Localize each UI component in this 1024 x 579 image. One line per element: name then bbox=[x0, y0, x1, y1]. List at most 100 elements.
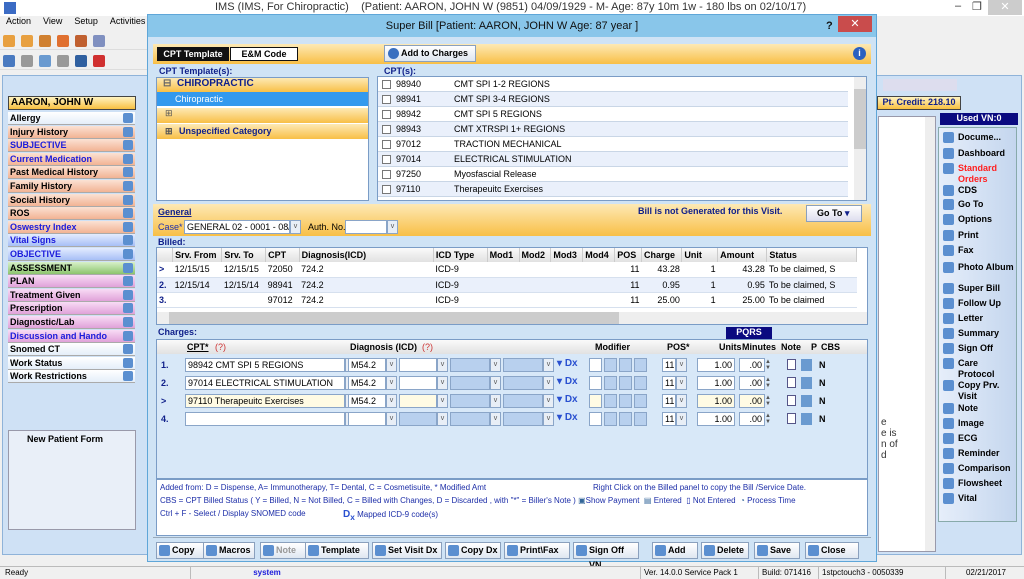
cpt-item[interactable]: 97012 TRACTION MECHANICAL bbox=[378, 137, 848, 152]
dx-input-2[interactable] bbox=[399, 358, 437, 372]
billed-row[interactable]: >12/15/15 12/15/15 72050 724.2 ICD-9 11 43.28 1… bbox=[157, 262, 857, 278]
sidebar-item[interactable]: Current Medication bbox=[8, 152, 135, 166]
print-icon[interactable] bbox=[75, 55, 87, 67]
edit-icon[interactable] bbox=[123, 235, 133, 246]
tab-em-code[interactable]: E&M Code bbox=[230, 47, 298, 61]
dx-map-button[interactable]: ▾ Dx bbox=[557, 376, 578, 387]
edit-icon[interactable] bbox=[123, 208, 133, 219]
dx-map-button[interactable]: ▾ Dx bbox=[557, 358, 578, 369]
cpt-item[interactable]: 97014 ELECTRICAL STIMULATION bbox=[378, 152, 848, 167]
modifier-4[interactable] bbox=[634, 376, 647, 390]
billed-column-header[interactable]: Unit bbox=[681, 248, 719, 262]
cpt-checkbox[interactable] bbox=[382, 155, 391, 164]
modifier-4[interactable] bbox=[634, 412, 647, 426]
units-input[interactable]: 1.00 bbox=[697, 412, 735, 426]
billed-column-header[interactable]: ICD Type bbox=[433, 248, 488, 262]
right-panel-item[interactable]: Dashboard bbox=[940, 148, 1016, 159]
dx-input-3[interactable] bbox=[450, 394, 490, 408]
billed-row[interactable]: 2. 12/15/14 12/15/14 98941 724.2 ICD-9 11 0.95 1… bbox=[157, 277, 857, 293]
edit-icon[interactable] bbox=[123, 371, 133, 382]
right-panel-item[interactable]: Fax bbox=[940, 245, 1016, 256]
right-panel-item[interactable]: Summary bbox=[940, 328, 1016, 339]
payment-icon[interactable] bbox=[801, 359, 812, 371]
auth-dropdown[interactable]: v bbox=[387, 220, 398, 234]
billed-column-header[interactable]: Amount bbox=[717, 248, 768, 262]
maximize-button[interactable]: ❐ bbox=[972, 0, 982, 13]
note-button[interactable]: Note bbox=[260, 542, 308, 559]
sidebar-item[interactable]: SUBJECTIVE bbox=[8, 139, 135, 153]
cpt-item[interactable]: 98942 CMT SPI 5 REGIONS bbox=[378, 107, 848, 122]
dx-input-1[interactable]: M54.2 bbox=[348, 394, 386, 408]
dx-map-button[interactable]: ▾ Dx bbox=[557, 394, 578, 405]
cpt-checkbox[interactable] bbox=[382, 185, 391, 194]
cpt-input[interactable] bbox=[185, 412, 345, 426]
modifier-2[interactable] bbox=[604, 394, 617, 408]
modifier-2[interactable] bbox=[604, 376, 617, 390]
edit-icon[interactable] bbox=[123, 140, 133, 151]
minutes-input[interactable]: .00 bbox=[739, 376, 765, 390]
note-icon[interactable] bbox=[787, 395, 796, 406]
forward-icon[interactable] bbox=[57, 55, 69, 67]
billed-column-header[interactable]: POS bbox=[614, 248, 643, 262]
pos-dropdown[interactable]: v bbox=[676, 358, 687, 372]
dx-input-4[interactable] bbox=[503, 376, 543, 390]
minutes-input[interactable]: .00 bbox=[739, 412, 765, 426]
minutes-input[interactable]: .00 bbox=[739, 394, 765, 408]
dx-dropdown[interactable]: v bbox=[437, 412, 448, 426]
heart-icon[interactable] bbox=[93, 55, 105, 67]
right-panel-item[interactable]: Care Protocol bbox=[940, 358, 1016, 380]
cpt-checkbox[interactable] bbox=[382, 110, 391, 119]
units-input[interactable]: 1.00 bbox=[697, 358, 735, 372]
dx-dropdown[interactable]: v bbox=[543, 412, 554, 426]
right-panel-item[interactable]: Letter bbox=[940, 313, 1016, 324]
billed-column-header[interactable]: Srv. From bbox=[172, 248, 223, 262]
right-panel-item[interactable]: Flowsheet bbox=[940, 478, 1016, 489]
units-input[interactable]: 1.00 bbox=[697, 376, 735, 390]
scrollbar[interactable] bbox=[925, 117, 935, 551]
sidebar-item[interactable]: Social History bbox=[8, 193, 135, 207]
close-button[interactable]: Close bbox=[805, 542, 859, 559]
add-to-charges-button[interactable]: Add to Charges bbox=[384, 45, 476, 62]
menu-action[interactable]: Action bbox=[6, 16, 31, 26]
edit-icon[interactable] bbox=[123, 126, 133, 137]
note-icon[interactable] bbox=[787, 359, 796, 370]
dx-dropdown[interactable]: v bbox=[386, 412, 397, 426]
modifier-1[interactable] bbox=[589, 376, 602, 390]
payment-icon[interactable] bbox=[801, 395, 812, 407]
report-icon[interactable] bbox=[93, 35, 105, 47]
billed-column-header[interactable]: Srv. To bbox=[221, 248, 267, 262]
dx-input-3[interactable] bbox=[450, 358, 490, 372]
pos-input[interactable]: 11 bbox=[662, 394, 676, 408]
dx-input-2[interactable] bbox=[399, 394, 437, 408]
billed-column-header[interactable]: Charge bbox=[641, 248, 683, 262]
modifier-3[interactable] bbox=[619, 394, 632, 408]
edit-icon[interactable] bbox=[123, 167, 133, 178]
help-button[interactable]: ? bbox=[826, 15, 833, 37]
sign-off-vn-button[interactable]: Sign Off VN bbox=[573, 542, 639, 570]
sidebar-item[interactable]: Vital Signs bbox=[8, 234, 135, 248]
sidebar-item[interactable]: Oswestry Index bbox=[8, 220, 135, 234]
dx-dropdown[interactable]: v bbox=[386, 394, 397, 408]
cpt-checkbox[interactable] bbox=[382, 170, 391, 179]
edit-icon[interactable] bbox=[75, 35, 87, 47]
set-visit-dx-button[interactable]: Set Visit Dx bbox=[372, 542, 442, 559]
billed-column-header[interactable] bbox=[157, 248, 174, 262]
sidebar-item[interactable]: ROS bbox=[8, 207, 135, 221]
template-group-unnamed[interactable]: ⊞ bbox=[157, 108, 368, 123]
dx-dropdown[interactable]: v bbox=[386, 376, 397, 390]
right-panel-item[interactable]: Note bbox=[940, 403, 1016, 414]
sidebar-item[interactable]: Allergy bbox=[8, 112, 135, 125]
right-panel-item[interactable]: ECG bbox=[940, 433, 1016, 444]
template-group-unspecified[interactable]: ⊞ Unspecified Category bbox=[157, 124, 368, 139]
edit-icon[interactable] bbox=[123, 276, 133, 287]
units-input[interactable]: 1.00 bbox=[697, 394, 735, 408]
note-icon[interactable] bbox=[39, 55, 51, 67]
right-panel-item[interactable]: Vital bbox=[940, 493, 1016, 504]
provider-icon[interactable] bbox=[39, 35, 51, 47]
billed-column-header[interactable]: Mod4 bbox=[582, 248, 616, 262]
cpt-list-scrollbar[interactable] bbox=[854, 77, 866, 200]
cpt-item[interactable]: 98943 CMT XTRSPI 1+ REGIONS bbox=[378, 122, 848, 137]
sidebar-item[interactable]: OBJECTIVE bbox=[8, 248, 135, 261]
right-panel-item[interactable]: CDS bbox=[940, 185, 1016, 196]
cpt-checkbox[interactable] bbox=[382, 140, 391, 149]
